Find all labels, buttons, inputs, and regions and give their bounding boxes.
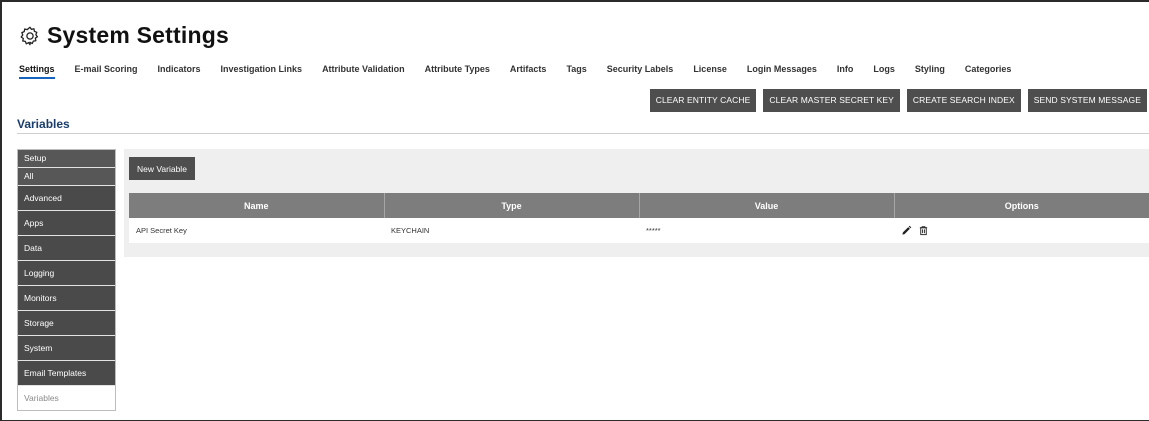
tab-logs[interactable]: Logs xyxy=(873,64,895,78)
tab-license[interactable]: License xyxy=(693,64,727,78)
sidebar: Setup All Advanced Apps Data Logging Mon… xyxy=(17,149,116,411)
tab-email-scoring[interactable]: E-mail Scoring xyxy=(75,64,138,78)
action-buttons: CLEAR ENTITY CACHE CLEAR MASTER SECRET K… xyxy=(643,89,1147,112)
page-header: System Settings xyxy=(19,22,229,49)
sidebar-item-system[interactable]: System xyxy=(18,336,115,361)
sidebar-item-email-templates[interactable]: Email Templates xyxy=(18,361,115,386)
variables-panel: New Variable Name Type Value Options API… xyxy=(124,149,1149,257)
cell-options xyxy=(894,218,1149,243)
page-title: System Settings xyxy=(47,22,229,48)
sidebar-item-data[interactable]: Data xyxy=(18,236,115,261)
tab-styling[interactable]: Styling xyxy=(915,64,945,78)
create-search-index-button[interactable]: CREATE SEARCH INDEX xyxy=(906,89,1021,112)
gear-icon xyxy=(20,26,39,45)
sidebar-item-variables[interactable]: Variables xyxy=(18,386,115,410)
column-header-name[interactable]: Name xyxy=(129,193,385,218)
tab-categories[interactable]: Categories xyxy=(965,64,1012,78)
row-options xyxy=(901,225,1149,236)
sidebar-item-storage[interactable]: Storage xyxy=(18,311,115,336)
send-system-message-button[interactable]: SEND SYSTEM MESSAGE xyxy=(1027,89,1147,112)
trash-icon[interactable] xyxy=(918,225,929,236)
column-header-value[interactable]: Value xyxy=(639,193,895,218)
column-header-options: Options xyxy=(894,193,1149,218)
sidebar-item-setup[interactable]: Setup xyxy=(18,150,115,168)
column-header-type[interactable]: Type xyxy=(384,193,640,218)
tab-login-messages[interactable]: Login Messages xyxy=(747,64,817,78)
sidebar-item-monitors[interactable]: Monitors xyxy=(18,286,115,311)
settings-tabs: Settings E-mail Scoring Indicators Inves… xyxy=(19,64,1031,79)
tab-attribute-types[interactable]: Attribute Types xyxy=(425,64,490,78)
pencil-icon[interactable] xyxy=(901,225,912,236)
tab-investigation-links[interactable]: Investigation Links xyxy=(221,64,303,78)
tab-security-labels[interactable]: Security Labels xyxy=(607,64,674,78)
new-variable-button[interactable]: New Variable xyxy=(129,157,195,180)
clear-master-secret-key-button[interactable]: CLEAR MASTER SECRET KEY xyxy=(763,89,900,112)
variables-table: Name Type Value Options API Secret Key K… xyxy=(129,193,1149,243)
tab-artifacts[interactable]: Artifacts xyxy=(510,64,547,78)
cell-value: ***** xyxy=(639,218,894,243)
tab-info[interactable]: Info xyxy=(837,64,854,78)
section-title: Variables xyxy=(17,117,70,131)
sidebar-item-apps[interactable]: Apps xyxy=(18,211,115,236)
table-header-row: Name Type Value Options xyxy=(129,193,1149,218)
clear-entity-cache-button[interactable]: CLEAR ENTITY CACHE xyxy=(649,89,757,112)
cell-name: API Secret Key xyxy=(129,218,384,243)
tab-tags[interactable]: Tags xyxy=(566,64,586,78)
cell-type: KEYCHAIN xyxy=(384,218,639,243)
table-row: API Secret Key KEYCHAIN ***** xyxy=(129,218,1149,243)
tab-indicators[interactable]: Indicators xyxy=(158,64,201,78)
section-divider xyxy=(17,133,1149,134)
sidebar-item-all[interactable]: All xyxy=(18,168,115,186)
tab-settings[interactable]: Settings xyxy=(19,64,55,79)
sidebar-item-advanced[interactable]: Advanced xyxy=(18,186,115,211)
sidebar-item-logging[interactable]: Logging xyxy=(18,261,115,286)
app-window: System Settings Settings E-mail Scoring … xyxy=(0,0,1149,421)
tab-attribute-validation[interactable]: Attribute Validation xyxy=(322,64,405,78)
